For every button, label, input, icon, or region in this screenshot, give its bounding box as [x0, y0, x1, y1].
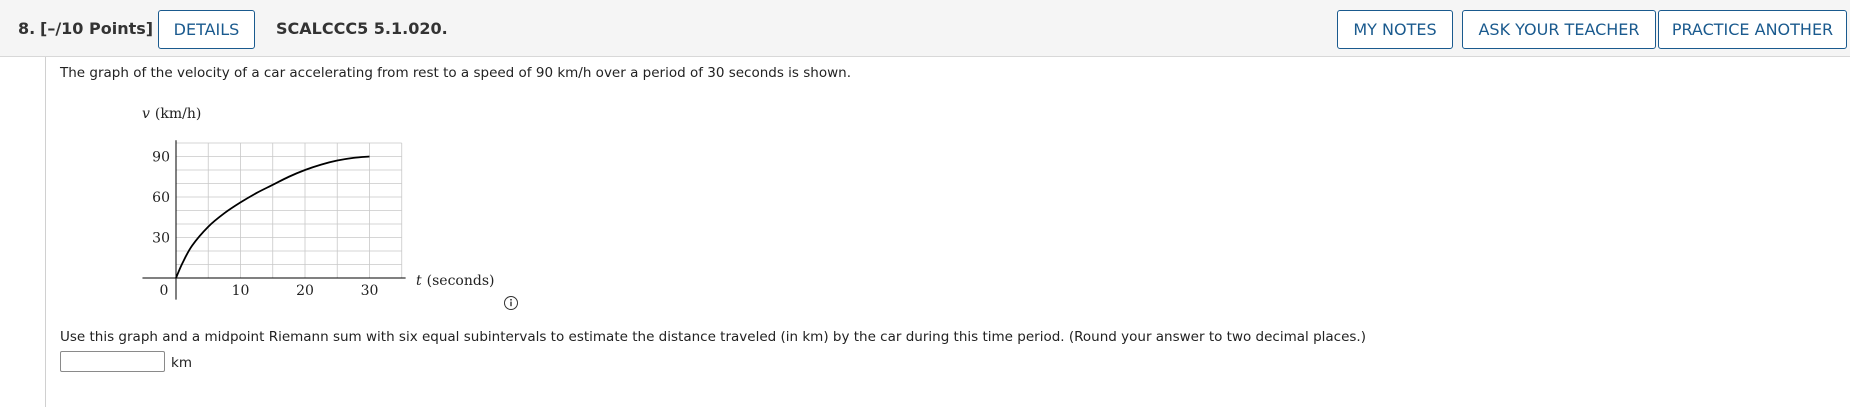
graph-grid — [176, 142, 403, 278]
answer-unit: km — [171, 355, 192, 371]
velocity-graph: 0 10 20 30 30 60 90 v (km/h) t (seconds) — [142, 106, 494, 300]
x-tick-label: 0 — [160, 283, 169, 299]
x-axis-label: t (seconds) — [416, 273, 494, 289]
y-tick-label: 30 — [152, 231, 170, 247]
x-tick-label: 20 — [296, 283, 314, 299]
x-tick-label: 10 — [232, 283, 250, 299]
my-notes-button[interactable]: MY NOTES — [1337, 10, 1453, 49]
x-tick-label: 30 — [361, 283, 379, 299]
question-number: 8. — [18, 19, 36, 38]
question-header: 8. [–/10 Points] DETAILS SCALCCC5 5.1.02… — [0, 0, 1850, 57]
y-tick-label: 90 — [152, 150, 170, 166]
graph-axes — [142, 140, 406, 300]
y-axis-label: v (km/h) — [142, 106, 201, 122]
question-code: SCALCCC5 5.1.020. — [276, 19, 448, 38]
content-left-rule — [45, 57, 46, 407]
info-icon[interactable] — [503, 295, 519, 311]
details-button[interactable]: DETAILS — [158, 10, 255, 49]
question-points: [–/10 Points] — [40, 19, 154, 38]
y-tick-label: 60 — [152, 190, 170, 206]
question-text: Use this graph and a midpoint Riemann su… — [60, 329, 1366, 345]
ask-your-teacher-button[interactable]: ASK YOUR TEACHER — [1462, 10, 1656, 49]
practice-another-button[interactable]: PRACTICE ANOTHER — [1658, 10, 1847, 49]
question-prompt: The graph of the velocity of a car accel… — [60, 65, 851, 81]
answer-input[interactable] — [60, 351, 165, 372]
